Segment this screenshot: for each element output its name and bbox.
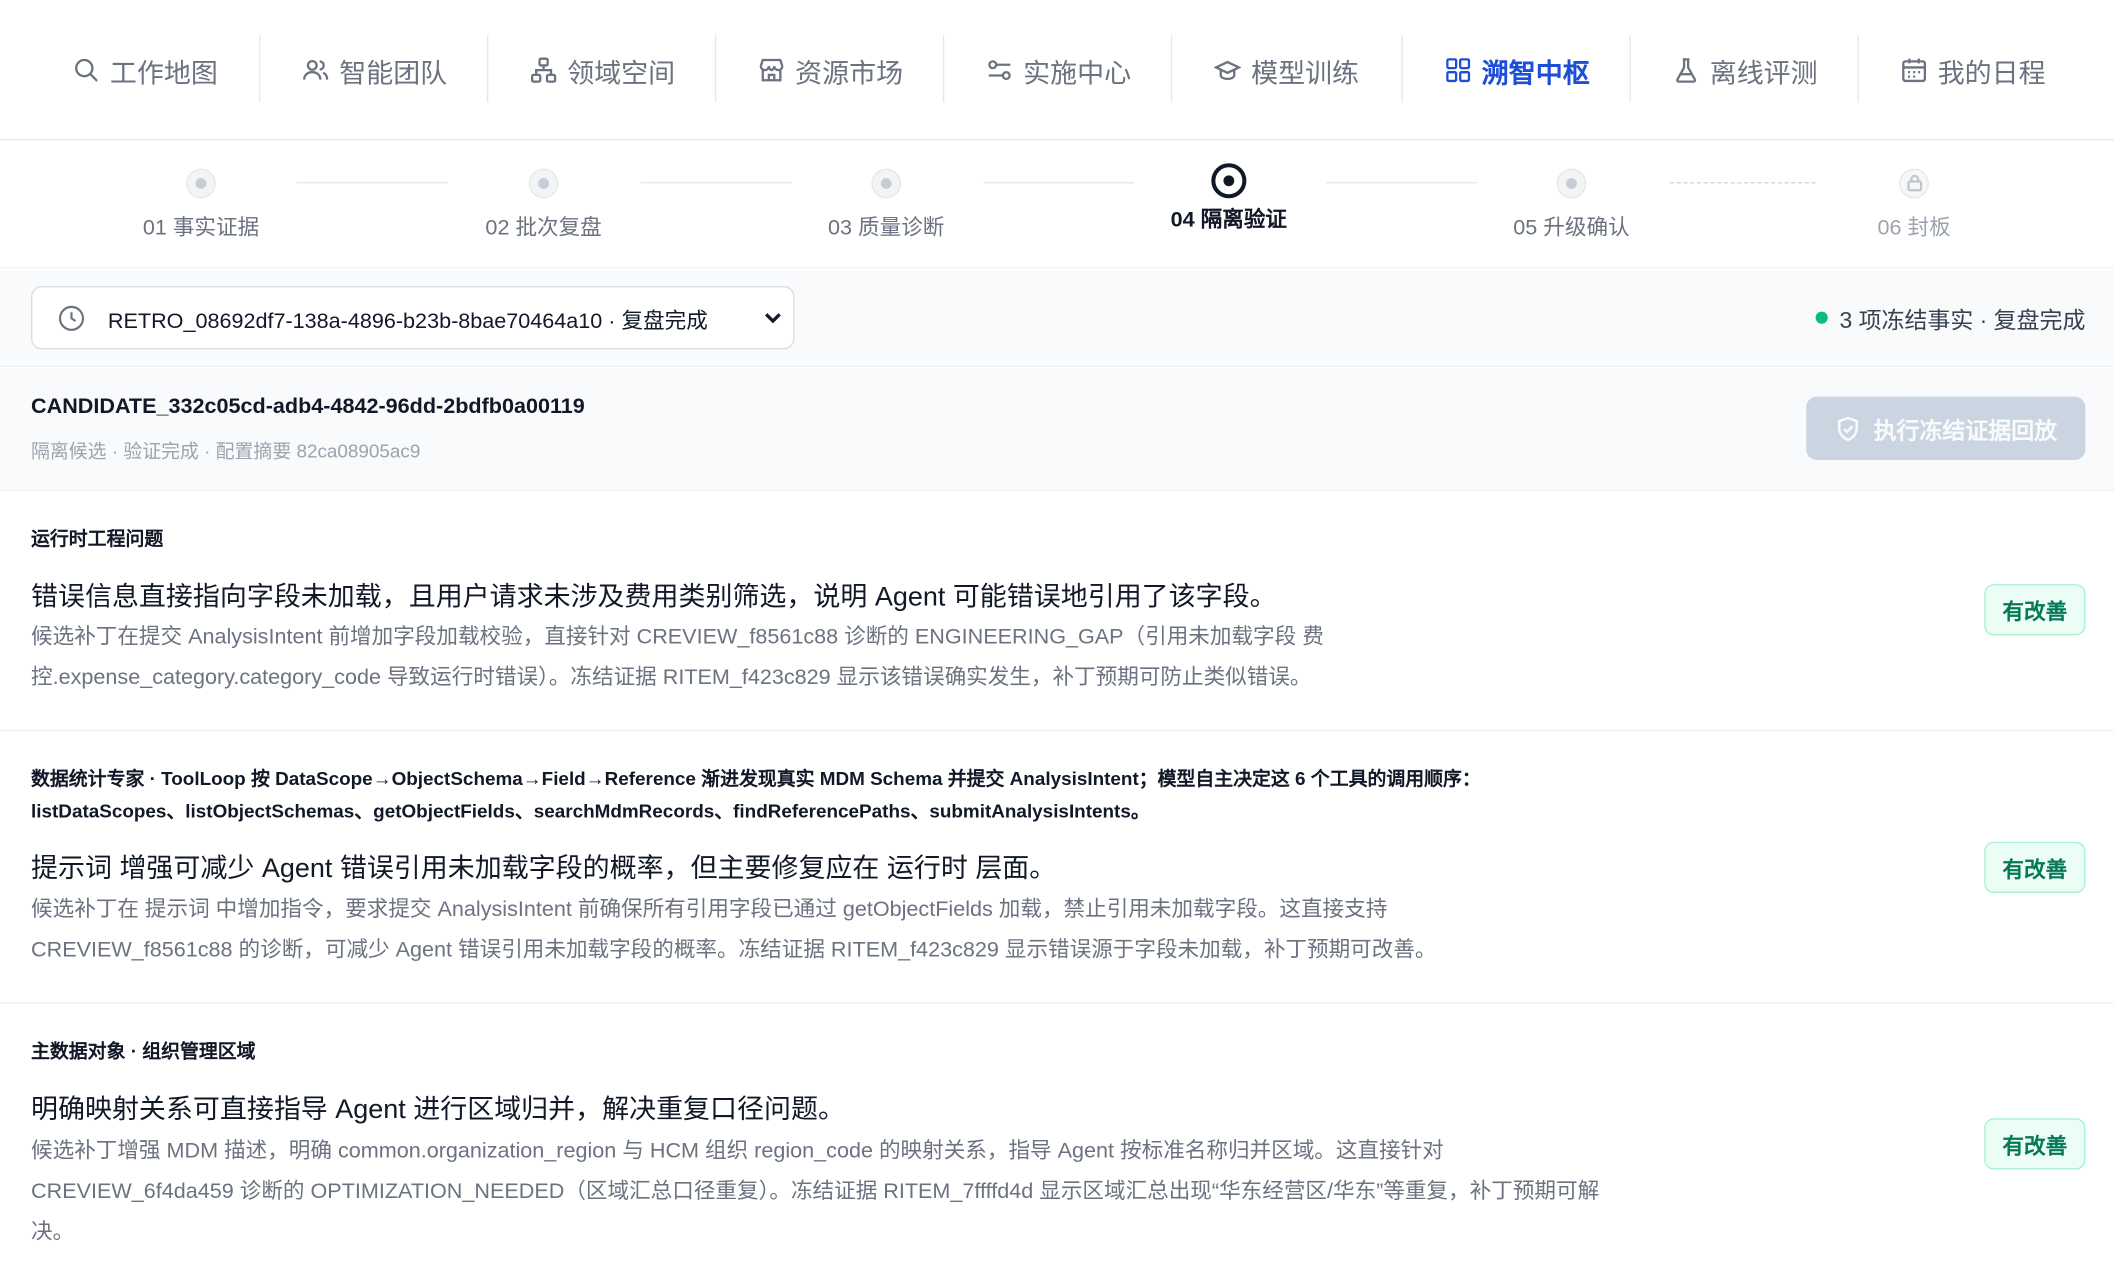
candidate-header: CANDIDATE_332c05cd-adb4-4842-96dd-2bdfb0…: [0, 368, 2114, 491]
clock-icon: [57, 303, 87, 333]
step-dot: [871, 168, 902, 199]
nav-divider: [942, 35, 945, 103]
step-dot-locked: [1899, 168, 1929, 199]
graduation-cap-icon: [1213, 60, 1241, 81]
result-category: 主数据对象 · 组织管理区域: [31, 1040, 256, 1062]
nav-item-work-map[interactable]: 工作地图: [54, 32, 236, 108]
sliders-icon: [987, 60, 1011, 81]
nav-item-trace-hub[interactable]: 溯智中枢: [1426, 32, 1608, 108]
step-label: 04 隔离验证: [1170, 209, 1288, 233]
step-isolation-verify[interactable]: 04 隔离验证: [1094, 142, 1364, 269]
step-dot: [1556, 168, 1587, 199]
nav-divider: [1857, 35, 1859, 103]
workflow-stepper: 01 事实证据 02 批次复盘 03 质量诊断 04 隔离验证 05 升级确认 …: [0, 141, 2114, 269]
retro-status-text: 3 项冻结事实 · 复盘完成: [1839, 307, 2086, 334]
calendar-icon: [1901, 58, 1926, 83]
step-label: 06 封板: [1877, 217, 1951, 241]
nav-label: 资源市场: [795, 58, 904, 89]
top-nav: 工作地图 智能团队 领域空间 资源市场 实施中心 模型训练 溯智中枢 离线评测 …: [0, 0, 2114, 141]
chevron-down-icon: [761, 305, 785, 329]
step-seal: 06 封板: [1779, 142, 2049, 269]
nav-divider: [1170, 35, 1173, 103]
result-headline: 明确映射关系可直接指导 Agent 进行区域归并，解决重复口径问题。: [31, 1095, 845, 1125]
step-facts-evidence[interactable]: 01 事实证据: [66, 142, 336, 269]
nav-label: 离线评测: [1709, 58, 1818, 89]
result-row: 运行时工程问题 错误信息直接指向字段未加载，且用户请求未涉及费用类别筛选，说明 …: [0, 492, 2114, 732]
nav-label: 智能团队: [339, 58, 448, 89]
nav-item-my-schedule[interactable]: 我的日程: [1882, 32, 2064, 108]
search-icon: [74, 58, 98, 82]
improvement-badge: 有改善: [1984, 841, 2086, 893]
replay-button-label: 执行冻结证据回放: [1873, 418, 2058, 444]
result-headline: 错误信息直接指向字段未加载，且用户请求未涉及费用类别筛选，说明 Agent 可能…: [31, 582, 1277, 613]
step-label: 02 批次复盘: [485, 217, 602, 241]
nav-label: 领域空间: [567, 58, 676, 89]
step-dot-current: [1211, 163, 1247, 199]
retro-bar: RETRO_08692df7-138a-4896-b23b-8bae70464a…: [0, 269, 2114, 367]
grid-icon: [1445, 58, 1470, 83]
nav-item-domain-space[interactable]: 领域空间: [511, 32, 693, 108]
nav-item-smart-team[interactable]: 智能团队: [283, 32, 465, 108]
improvement-badge: 有改善: [1984, 1118, 2086, 1170]
step-dot: [528, 168, 559, 199]
result-category: 运行时工程问题: [31, 527, 164, 550]
status-dot: [1815, 311, 1828, 324]
step-upgrade-confirm[interactable]: 05 升级确认: [1437, 142, 1707, 269]
step-batch-review[interactable]: 02 批次复盘: [409, 142, 679, 269]
nav-label: 我的日程: [1937, 58, 2046, 89]
result-row: 数据统计专家 · ToolLoop 按 DataScope→ObjectSche…: [0, 732, 2114, 1004]
shield-check-icon: [1838, 415, 1858, 441]
nav-divider: [258, 35, 261, 103]
page: 工作地图 智能团队 领域空间 资源市场 实施中心 模型训练 溯智中枢 离线评测 …: [0, 0, 2114, 1280]
nav-item-model-training[interactable]: 模型训练: [1195, 32, 1377, 108]
retro-select[interactable]: RETRO_08692df7-138a-4896-b23b-8bae70464a…: [31, 285, 795, 350]
retro-status: 3 项冻结事实 · 复盘完成: [1815, 301, 2085, 335]
step-dot: [186, 168, 216, 199]
result-category: 数据统计专家 · ToolLoop 按 DataScope→ObjectSche…: [31, 767, 1481, 822]
step-quality-diagnosis[interactable]: 03 质量诊断: [751, 142, 1021, 269]
nav-label: 溯智中枢: [1481, 58, 1590, 89]
flask-icon: [1675, 58, 1696, 83]
nav-item-implementation-center[interactable]: 实施中心: [967, 32, 1149, 108]
step-label: 01 事实证据: [142, 217, 260, 241]
step-label: 03 质量诊断: [828, 217, 945, 241]
candidate-id: CANDIDATE_332c05cd-adb4-4842-96dd-2bdfb0…: [31, 395, 585, 419]
result-detail: 候选补丁在提交 AnalysisIntent 前增加字段加载校验，直接针对 CR…: [31, 625, 1324, 690]
lock-icon: [1907, 174, 1923, 192]
network-icon: [530, 57, 556, 83]
nav-label: 实施中心: [1023, 58, 1132, 89]
nav-label: 模型训练: [1251, 58, 1360, 89]
nav-divider: [714, 35, 717, 103]
users-icon: [302, 59, 328, 80]
nav-divider: [486, 35, 489, 103]
retro-select-value: RETRO_08692df7-138a-4896-b23b-8bae70464a…: [107, 309, 708, 333]
step-label: 05 升级确认: [1513, 217, 1630, 241]
candidate-meta: 隔离候选 · 验证完成 · 配置摘要 82ca08905ac9: [31, 439, 421, 462]
nav-label: 工作地图: [109, 58, 218, 89]
result-detail: 候选补丁增强 MDM 描述，明确 common.organization_reg…: [31, 1139, 1600, 1244]
nav-divider: [1629, 35, 1631, 103]
nav-item-offline-eval[interactable]: 离线评测: [1654, 32, 1836, 108]
result-detail: 候选补丁在 提示词 中增加指令，要求提交 AnalysisIntent 前确保所…: [31, 898, 1437, 962]
result-headline: 提示词 增强可减少 Agent 错误引用未加载字段的概率，但主要修复应在 运行时…: [31, 853, 1057, 884]
store-icon: [758, 58, 783, 82]
improvement-badge: 有改善: [1984, 584, 2086, 636]
replay-evidence-button[interactable]: 执行冻结证据回放: [1806, 396, 2086, 460]
nav-divider: [1401, 35, 1403, 103]
result-row: 主数据对象 · 组织管理区域 明确映射关系可直接指导 Agent 进行区域归并，…: [0, 1004, 2114, 1280]
nav-item-resource-market[interactable]: 资源市场: [739, 32, 921, 108]
